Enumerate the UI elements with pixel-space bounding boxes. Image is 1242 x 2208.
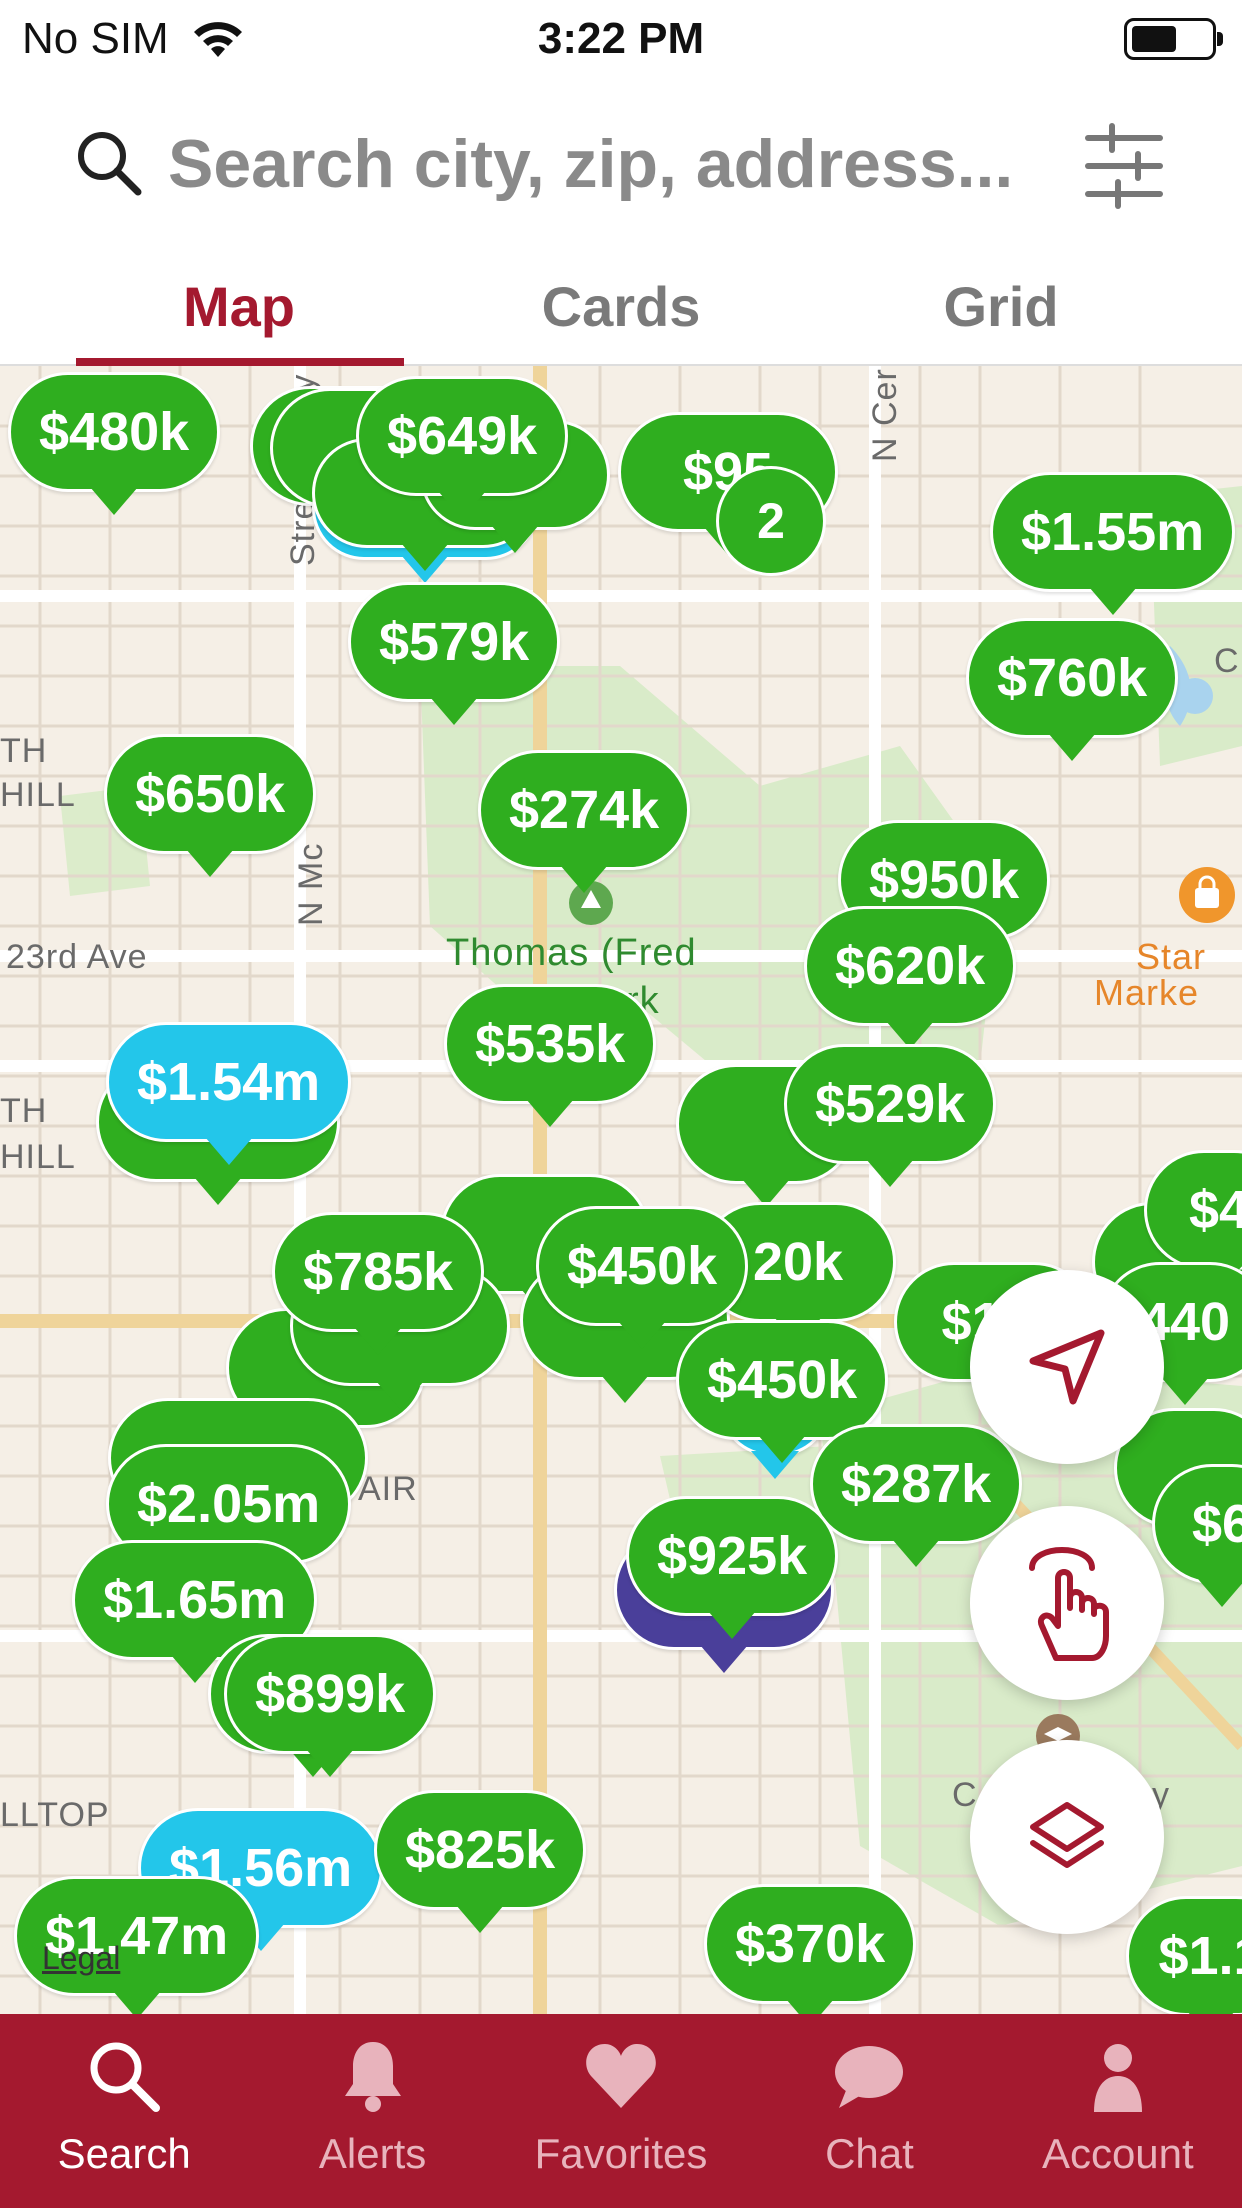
nav-alerts[interactable]: Alerts (248, 2014, 496, 2208)
nav-account-label: Account (1041, 2130, 1194, 2177)
price-pin[interactable]: $1.1 (1126, 1896, 1242, 2014)
nav-search[interactable]: Search (0, 2014, 248, 2208)
nav-alerts-label: Alerts (318, 2130, 427, 2177)
price-pin[interactable]: $274k (478, 750, 691, 870)
map-layers-button[interactable] (970, 1740, 1164, 1934)
price-pin[interactable]: $649k (356, 376, 569, 496)
location-arrow-icon (1029, 1329, 1105, 1405)
nav-account[interactable]: Account (994, 2014, 1242, 2208)
bell-icon (344, 2042, 401, 2112)
draw-area-button[interactable] (970, 1506, 1164, 1700)
nav-chat[interactable]: Chat (745, 2014, 993, 2208)
search-input[interactable] (168, 124, 1048, 204)
price-pin[interactable]: $825k (374, 1790, 587, 1910)
nav-chat-label: Chat (825, 2130, 914, 2177)
draw-hand-icon (1029, 1547, 1109, 1661)
nav-search-label: Search (57, 2130, 191, 2177)
price-pin[interactable]: $1.47m (14, 1876, 260, 1996)
price-pin[interactable]: $899k (224, 1634, 437, 1754)
view-tabs: Map Cards Grid (0, 250, 1242, 366)
price-pin[interactable]: $480k (8, 372, 221, 492)
search-icon (90, 2042, 161, 2112)
map-label-n-mc: N Mc (292, 842, 330, 926)
map-label-star-2: Marke (1094, 972, 1200, 1013)
bottom-tab-bar: Search Alerts Favorites Chat Account (0, 2014, 1242, 2208)
map-view[interactable]: Street Pkwy N Mc N Cer 23rd Ave TH HILL … (0, 366, 1242, 2014)
nav-favorites-label: Favorites (534, 2130, 708, 2177)
price-pin[interactable]: $620k (804, 906, 1017, 1026)
tab-map[interactable]: Map (74, 274, 404, 339)
price-pin[interactable]: $925k (626, 1496, 839, 1616)
map-label-23rd-ave: 23rd Ave (6, 938, 148, 976)
map-legal-link[interactable]: Legal (42, 1940, 120, 1977)
price-pin[interactable]: $450k (536, 1206, 749, 1326)
battery-icon (1124, 18, 1223, 60)
price-pin[interactable]: $370k (704, 1884, 917, 2004)
clock: 3:22 PM (537, 14, 705, 63)
price-pin[interactable]: $579k (348, 582, 561, 702)
status-bar: No SIM 3:22 PM (0, 0, 1242, 80)
map-label-air: AIR (358, 1470, 418, 1508)
price-pin[interactable]: $785k (272, 1212, 485, 1332)
map-label-lltop: LLTOP (0, 1796, 110, 1834)
map-label-hill-1: HILL (0, 776, 76, 814)
map-label-n-cer: N Cer (866, 368, 904, 462)
chat-bubble-icon (835, 2046, 904, 2108)
person-icon (1093, 2044, 1142, 2112)
map-label-th-1: TH (0, 732, 48, 770)
price-pin[interactable]: $760k (966, 618, 1179, 738)
price-pin[interactable]: $535k (444, 984, 657, 1104)
price-pin[interactable]: $529k (784, 1044, 997, 1164)
filter-sliders-icon[interactable] (1084, 120, 1164, 210)
price-pin[interactable]: $650k (104, 734, 317, 854)
search-icon (78, 132, 142, 196)
cluster-badge[interactable]: 2 (716, 466, 826, 576)
tab-cards[interactable]: Cards (456, 274, 786, 339)
map-label-park-1: Thomas (Fred (446, 932, 697, 974)
tab-grid[interactable]: Grid (836, 274, 1166, 339)
price-pin[interactable]: $450k (676, 1320, 889, 1440)
layers-icon (1030, 1802, 1104, 1868)
heart-icon (586, 2044, 656, 2108)
map-label-th-2: TH (0, 1092, 48, 1130)
shopping-poi-icon (1179, 867, 1235, 923)
active-tab-indicator (76, 358, 404, 366)
map-label-c-right: C (1214, 642, 1240, 680)
nav-favorites[interactable]: Favorites (497, 2014, 745, 2208)
price-pin[interactable]: $287k (810, 1424, 1023, 1544)
price-pin-viewed[interactable]: $1.54m (106, 1022, 352, 1142)
price-pin[interactable]: $1.55m (990, 472, 1236, 592)
locate-me-button[interactable] (970, 1270, 1164, 1464)
search-bar (0, 90, 1242, 240)
map-label-hill-2: HILL (0, 1138, 76, 1176)
